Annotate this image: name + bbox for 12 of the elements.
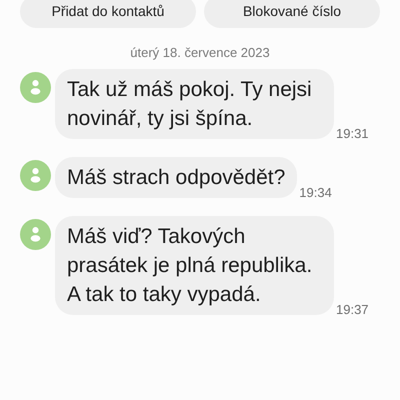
message-time: 19:37 <box>336 300 369 318</box>
avatar-icon <box>20 219 51 250</box>
avatar-icon <box>20 160 51 191</box>
action-button[interactable]: Přidat do kontaktů <box>20 0 196 28</box>
avatar-icon <box>20 72 51 103</box>
message-bubble: Máš strach odpovědět? <box>55 157 298 198</box>
date-separator: úterý 18. července 2023 <box>129 44 271 62</box>
message-bubble: Tak už máš pokoj. Ty nejsi novinář, ty jsi špína. <box>55 69 334 139</box>
action-button[interactable]: Blokované číslo <box>204 0 380 28</box>
message-time: 19:31 <box>336 124 369 142</box>
message-time: 19:34 <box>299 184 332 202</box>
message-bubble: Máš viď? Takových prasátek je plná republika. A tak to taky vypadá. <box>55 216 334 315</box>
